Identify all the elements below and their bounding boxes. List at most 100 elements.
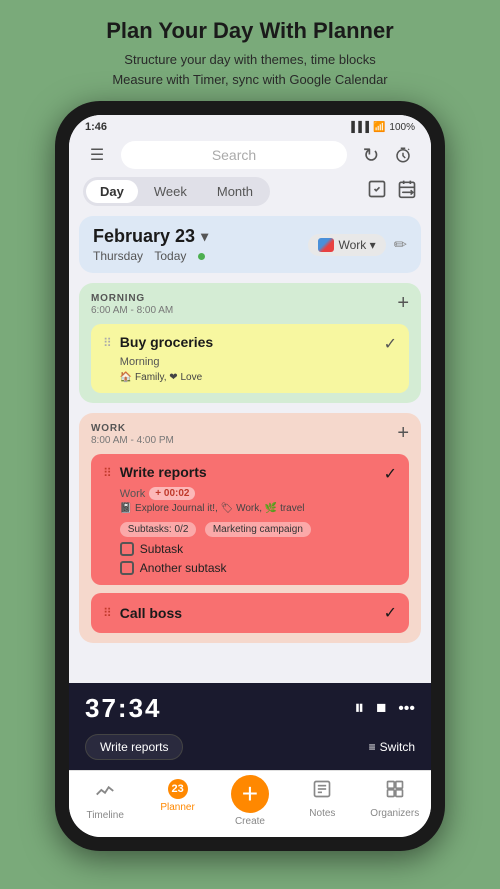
status-right: ▐▐▐ 📶 100%	[348, 122, 415, 133]
write-reports-check[interactable]: ✓	[384, 464, 397, 484]
timer-controls: ⏸ ⏹ •••	[354, 697, 415, 720]
signal-icon: ▐▐▐	[348, 122, 369, 133]
date-title: February 23 ▾	[93, 226, 208, 247]
notes-label: Notes	[309, 808, 335, 819]
phone-screen: 1:46 ▐▐▐ 📶 100% ☰ Search ↻	[69, 115, 431, 837]
nav-item-notes[interactable]: Notes	[295, 779, 350, 827]
bottom-nav: Timeline 23 Planner + Create	[69, 770, 431, 837]
work-block-time: 8:00 AM - 4:00 PM	[91, 435, 174, 446]
call-boss-check[interactable]: ✓	[384, 603, 397, 623]
date-subtitle: Thursday Today	[93, 249, 208, 263]
search-bar[interactable]: Search	[121, 141, 347, 169]
wifi-icon: 📶	[373, 122, 385, 133]
battery-text: 100%	[389, 122, 415, 133]
create-button[interactable]: +	[231, 775, 269, 813]
timer-task-label[interactable]: Write reports	[85, 734, 183, 760]
tab-week[interactable]: Week	[140, 180, 201, 203]
switch-icon: ≡	[369, 740, 376, 754]
morning-block-label: MORNING	[91, 293, 173, 304]
create-plus-icon: +	[242, 780, 258, 808]
status-bar: 1:46 ▐▐▐ 📶 100%	[69, 115, 431, 137]
nav-item-organizers[interactable]: Organizers	[367, 779, 422, 827]
task-header-row: Buy groceries ✓	[120, 334, 397, 354]
work-block-label: WORK	[91, 423, 174, 434]
planner-badge: 23	[168, 779, 188, 799]
subtask-1-checkbox[interactable]	[120, 542, 134, 556]
today-indicator	[198, 253, 205, 260]
task-check-icon[interactable]: ✓	[384, 334, 397, 354]
task-drag-handle: ⠿	[103, 336, 112, 350]
timeline-label: Timeline	[86, 810, 123, 821]
work-add-button[interactable]: +	[397, 423, 409, 443]
organizers-label: Organizers	[370, 808, 419, 819]
timeline-icon	[94, 779, 116, 807]
task-drag-handle-2: ⠿	[103, 466, 112, 480]
subtask-tags-row: Subtasks: 0/2 Marketing campaign	[120, 519, 397, 537]
app-title: Plan Your Day With Planner	[106, 18, 394, 44]
menu-icon[interactable]: ☰	[83, 141, 111, 169]
task-tags: 🏠 Family, ❤ Love	[120, 372, 397, 383]
work-theme-badge[interactable]: Work ▾	[308, 234, 385, 256]
subtask-2-label: Another subtask	[140, 561, 227, 575]
view-tabs-row: Day Week Month	[69, 177, 431, 216]
timer-icon[interactable]	[389, 141, 417, 169]
nav-item-planner[interactable]: 23 Planner	[150, 779, 205, 827]
morning-add-button[interactable]: +	[397, 293, 409, 313]
tabs-group: Day Week Month	[83, 177, 270, 206]
morning-block: MORNING 6:00 AM - 8:00 AM + ⠿ Buy grocer…	[79, 283, 421, 403]
organizers-icon	[385, 779, 405, 805]
write-reports-tags: 📓 Explore Journal it!, 🏷 Work, 🌿 travel	[120, 503, 397, 514]
buy-groceries-card: ⠿ Buy groceries ✓ Morning 🏠 Family, ❤ Lo…	[91, 324, 409, 393]
timer-more-button[interactable]: •••	[398, 700, 415, 718]
write-reports-header: Write reports ✓	[120, 464, 397, 484]
timer-label-row: Write reports ≡ Switch	[69, 734, 431, 770]
tab-action-icons	[367, 179, 417, 204]
morning-block-info: MORNING 6:00 AM - 8:00 AM	[91, 293, 173, 316]
timer-display: 37:34	[85, 693, 162, 724]
phone-frame: 1:46 ▐▐▐ 📶 100% ☰ Search ↻	[55, 101, 445, 851]
switch-button[interactable]: ≡ Switch	[369, 740, 415, 754]
tab-month[interactable]: Month	[203, 180, 267, 203]
date-edit-icon[interactable]: ✏	[394, 235, 407, 255]
timer-bar: 37:34 ⏸ ⏹ •••	[69, 683, 431, 734]
write-reports-card: ⠿ Write reports ✓ Work + 00:02 �	[91, 454, 409, 585]
marketing-badge: Marketing campaign	[205, 522, 311, 537]
subtask-1-row: Subtask	[120, 542, 397, 556]
planner-label: Planner	[160, 802, 194, 813]
call-drag-handle: ⠿	[103, 606, 112, 620]
timer-pause-button[interactable]: ⏸	[354, 697, 364, 720]
status-time: 1:46	[85, 121, 107, 133]
timer-stop-button[interactable]: ⏹	[376, 697, 386, 720]
subtask-2-row: Another subtask	[120, 561, 397, 575]
nav-item-create[interactable]: + Create	[222, 779, 277, 827]
tab-day[interactable]: Day	[86, 180, 138, 203]
subtask-2-checkbox[interactable]	[120, 561, 134, 575]
write-reports-subtitle: Work	[120, 488, 145, 500]
switch-label: Switch	[380, 740, 415, 754]
main-scroll-area[interactable]: February 23 ▾ Thursday Today Work ▾	[69, 216, 431, 683]
top-nav: ☰ Search ↻	[69, 137, 431, 177]
work-block-header: WORK 8:00 AM - 4:00 PM +	[91, 423, 409, 446]
morning-block-time: 6:00 AM - 8:00 AM	[91, 305, 173, 316]
checklist-icon[interactable]	[367, 179, 387, 204]
work-block-info: WORK 8:00 AM - 4:00 PM	[91, 423, 174, 446]
date-chevron-icon[interactable]: ▾	[201, 228, 208, 245]
work-block: WORK 8:00 AM - 4:00 PM + ⠿ Write reports…	[79, 413, 421, 643]
create-label: Create	[235, 816, 265, 827]
notes-icon	[312, 779, 332, 805]
task-subtitle: Morning	[120, 356, 397, 368]
nav-item-timeline[interactable]: Timeline	[78, 779, 133, 827]
write-reports-title: Write reports	[120, 464, 207, 480]
refresh-icon[interactable]: ↻	[357, 141, 385, 169]
calendar-sync-icon[interactable]	[397, 179, 417, 204]
app-header: Plan Your Day With Planner Structure you…	[86, 0, 414, 101]
subtask-1-label: Subtask	[140, 542, 183, 556]
morning-block-header: MORNING 6:00 AM - 8:00 AM +	[91, 293, 409, 316]
call-boss-title: Call boss	[120, 605, 182, 621]
time-badge: + 00:02	[149, 487, 195, 500]
work-badge-icon	[318, 238, 334, 252]
write-reports-meta: Work + 00:02	[120, 486, 397, 500]
date-left: February 23 ▾ Thursday Today	[93, 226, 208, 263]
date-header-card: February 23 ▾ Thursday Today Work ▾	[79, 216, 421, 273]
app-subtitle: Structure your day with themes, time blo…	[106, 50, 394, 89]
